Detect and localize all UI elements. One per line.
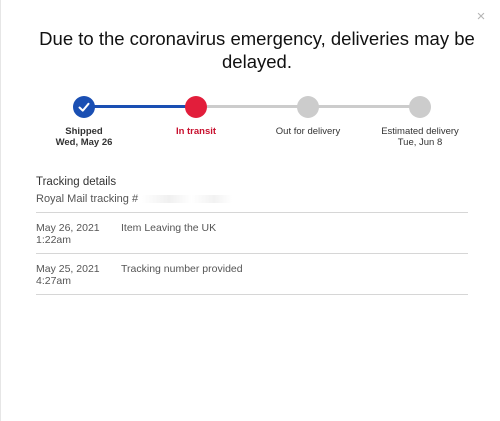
step-label-shipped: Shipped Wed, May 26 [29, 126, 139, 148]
step-title: Out for delivery [275, 126, 341, 137]
step-dot-estimated-delivery [409, 96, 431, 118]
carrier-label: Royal Mail tracking # [36, 193, 139, 205]
step-label-in-transit: In transit [141, 126, 251, 137]
step-title: In transit [175, 126, 217, 137]
step-dot-shipped [73, 96, 95, 118]
tracking-modal: × Due to the coronavirus emergency, deli… [0, 0, 500, 421]
divider [36, 253, 468, 254]
step-label-estimated-delivery: Estimated delivery Tue, Jun 8 [365, 126, 475, 148]
tracking-number-row: Royal Mail tracking # [36, 193, 233, 205]
tracking-details-title: Tracking details [36, 176, 117, 188]
event-date: May 25, 2021 [36, 263, 100, 275]
event-date: May 26, 2021 [36, 222, 100, 234]
close-icon[interactable]: × [477, 8, 486, 25]
step-date: Tue, Jun 8 [397, 137, 443, 148]
event-timestamp: May 26, 2021 1:22am [36, 222, 116, 246]
step-dot-out-for-delivery [297, 96, 319, 118]
progress-line-done [94, 105, 196, 108]
close-button[interactable]: × [474, 8, 488, 25]
divider [36, 212, 468, 213]
delay-notice: Due to the coronavirus emergency, delive… [39, 28, 475, 72]
check-icon [78, 102, 90, 112]
tracking-event: May 26, 2021 1:22am Item Leaving the UK [36, 222, 468, 252]
event-time: 1:22am [36, 234, 72, 246]
step-date: Wed, May 26 [55, 137, 113, 148]
tracking-event: May 25, 2021 4:27am Tracking number prov… [36, 263, 468, 293]
step-title: Estimated delivery [381, 126, 459, 137]
event-description: Item Leaving the UK [121, 222, 217, 234]
event-time: 4:27am [36, 275, 72, 287]
event-timestamp: May 25, 2021 4:27am [36, 263, 116, 287]
step-dot-in-transit [185, 96, 207, 118]
event-description: Tracking number provided [121, 263, 243, 275]
delivery-progress-tracker: Shipped Wed, May 26 In transit Out for d… [1, 96, 500, 156]
step-label-out-for-delivery: Out for delivery [253, 126, 363, 137]
divider [36, 294, 468, 295]
tracking-number-redacted [142, 195, 233, 204]
step-title: Shipped [65, 126, 103, 137]
